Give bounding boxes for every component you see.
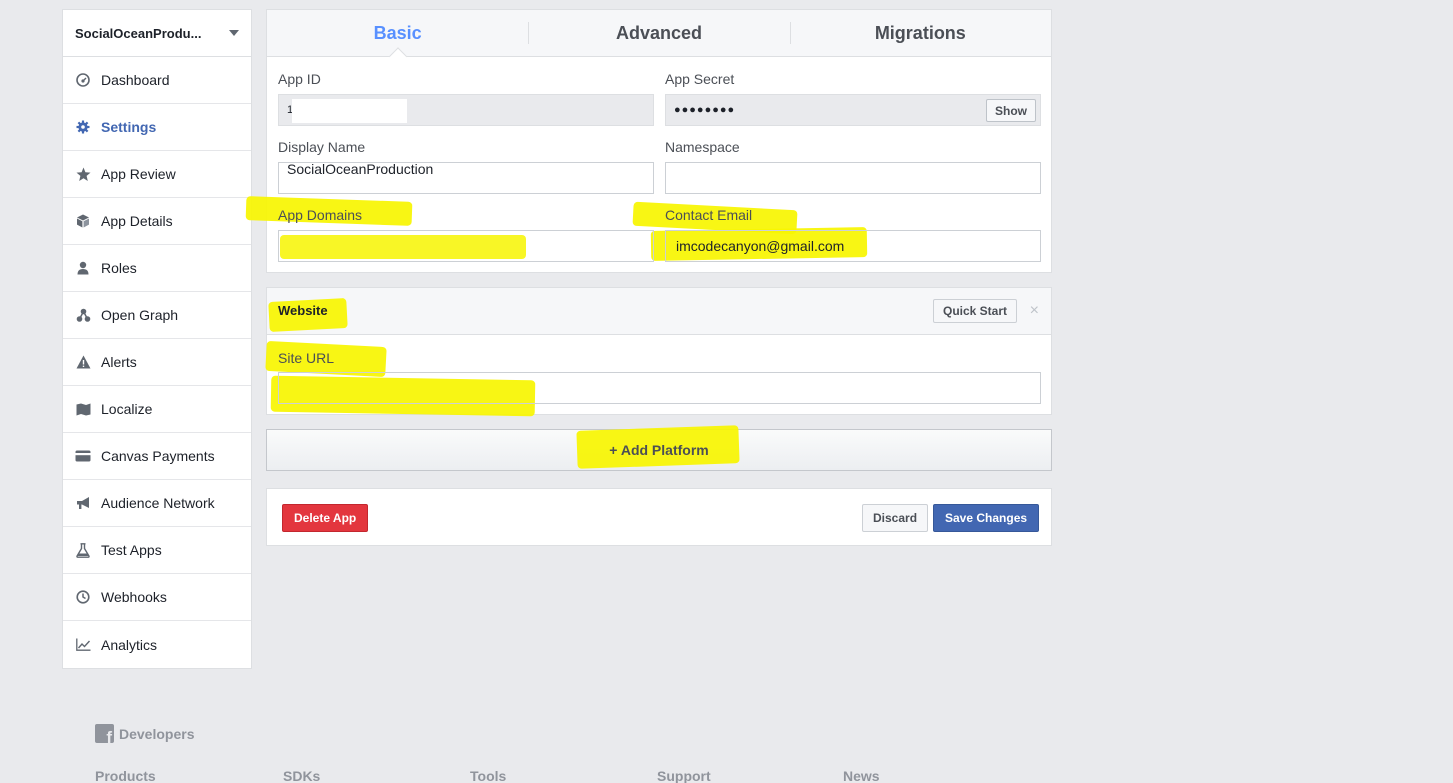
map-icon bbox=[75, 401, 91, 417]
sidebar-item-open-graph[interactable]: Open Graph bbox=[63, 292, 251, 339]
add-platform-label: + Add Platform bbox=[609, 442, 709, 458]
actions-card: Delete App Discard Save Changes bbox=[266, 488, 1052, 546]
save-changes-button[interactable]: Save Changes bbox=[933, 504, 1040, 532]
sidebar: SocialOceanProdu... Dashboard Settings A… bbox=[62, 9, 252, 669]
footer-link-support[interactable]: Support bbox=[657, 768, 711, 783]
dashboard-icon bbox=[75, 72, 91, 88]
cube-icon bbox=[75, 213, 91, 229]
footer-brand[interactable]: f Developers bbox=[95, 724, 194, 743]
warning-icon bbox=[75, 354, 91, 370]
graph-nodes-icon bbox=[75, 307, 91, 323]
sidebar-item-test-apps[interactable]: Test Apps bbox=[63, 527, 251, 574]
sidebar-item-label: Analytics bbox=[101, 636, 158, 653]
display-name-field[interactable]: SocialOceanProduction bbox=[278, 162, 654, 194]
discard-button[interactable]: Discard bbox=[862, 504, 929, 532]
namespace-label: Namespace bbox=[665, 139, 740, 155]
footer-link-sdks[interactable]: SDKs bbox=[283, 768, 320, 783]
sidebar-item-localize[interactable]: Localize bbox=[63, 386, 251, 433]
sidebar-item-label: Canvas Payments bbox=[101, 448, 215, 464]
app-selector[interactable]: SocialOceanProdu... bbox=[63, 10, 251, 57]
clock-icon bbox=[75, 589, 91, 605]
contact-email-label: Contact Email bbox=[665, 207, 753, 223]
website-title: Website bbox=[278, 303, 328, 318]
person-icon bbox=[75, 260, 91, 276]
sidebar-item-dashboard[interactable]: Dashboard bbox=[63, 57, 251, 104]
close-icon[interactable]: × bbox=[1030, 302, 1039, 320]
sidebar-item-label: Webhooks bbox=[101, 589, 167, 605]
credit-card-icon bbox=[75, 448, 91, 464]
sidebar-item-label: Localize bbox=[101, 401, 153, 417]
delete-app-button[interactable]: Delete App bbox=[282, 504, 369, 532]
sidebar-item-label: Test Apps bbox=[101, 542, 162, 558]
app-secret-value: ●●●●●●●● bbox=[674, 104, 736, 116]
app-domains-label: App Domains bbox=[278, 207, 363, 223]
quick-start-button[interactable]: Quick Start bbox=[933, 299, 1018, 323]
sidebar-item-label: Alerts bbox=[101, 354, 137, 370]
facebook-logo-icon: f bbox=[95, 724, 114, 743]
chart-line-icon bbox=[75, 637, 91, 653]
sidebar-item-alerts[interactable]: Alerts bbox=[63, 339, 251, 386]
website-header: Website Quick Start × bbox=[267, 288, 1051, 335]
sidebar-item-audience-network[interactable]: Audience Network bbox=[63, 480, 251, 527]
sidebar-item-app-review[interactable]: App Review bbox=[63, 151, 251, 198]
sidebar-item-label: App Review bbox=[101, 166, 176, 182]
sidebar-item-settings[interactable]: Settings bbox=[63, 104, 251, 151]
settings-tabs: Basic Advanced Migrations bbox=[267, 10, 1051, 57]
sidebar-item-analytics[interactable]: Analytics bbox=[63, 621, 251, 668]
site-url-field[interactable] bbox=[278, 372, 1041, 404]
website-platform-card: Website Quick Start × Site URL bbox=[265, 287, 1052, 417]
namespace-field[interactable] bbox=[665, 162, 1041, 194]
sidebar-item-label: Settings bbox=[101, 119, 157, 135]
app-name: SocialOceanProdu... bbox=[75, 25, 202, 41]
chevron-down-icon bbox=[229, 30, 239, 36]
footer-link-products[interactable]: Products bbox=[95, 768, 156, 783]
tab-advanced[interactable]: Advanced bbox=[528, 10, 789, 56]
display-name-value: SocialOceanProduction bbox=[287, 162, 434, 177]
app-secret-field[interactable]: ●●●●●●●● Show bbox=[665, 94, 1041, 126]
display-name-label: Display Name bbox=[278, 139, 366, 155]
app-secret-label: App Secret bbox=[665, 71, 735, 87]
basic-settings-card: Basic Advanced Migrations App ID 1 App S… bbox=[245, 9, 1052, 273]
sidebar-item-canvas-payments[interactable]: Canvas Payments bbox=[63, 433, 251, 480]
app-id-label: App ID bbox=[278, 71, 321, 87]
footer-link-news[interactable]: News bbox=[843, 768, 880, 783]
sidebar-item-label: Dashboard bbox=[101, 72, 170, 88]
add-platform-button[interactable]: + Add Platform bbox=[266, 425, 1052, 471]
site-url-label: Site URL bbox=[278, 350, 335, 366]
contact-email-value: imcodecanyon@gmail.com bbox=[676, 238, 845, 254]
redaction-mask bbox=[292, 99, 407, 123]
contact-email-field[interactable]: imcodecanyon@gmail.com bbox=[665, 230, 1041, 262]
sidebar-item-app-details[interactable]: App Details bbox=[63, 198, 251, 245]
footer-brand-label: Developers bbox=[119, 725, 195, 742]
footer-link-tools[interactable]: Tools bbox=[470, 768, 506, 783]
sidebar-item-roles[interactable]: Roles bbox=[63, 245, 251, 292]
sidebar-item-label: Roles bbox=[101, 260, 137, 276]
app-id-field[interactable]: 1 bbox=[278, 94, 654, 126]
flask-icon bbox=[75, 542, 91, 558]
app-domains-field[interactable] bbox=[278, 230, 654, 262]
megaphone-icon bbox=[75, 495, 91, 511]
star-icon bbox=[75, 166, 91, 182]
sidebar-item-label: Open Graph bbox=[101, 307, 179, 323]
sidebar-item-label: App Details bbox=[101, 213, 173, 229]
tab-basic[interactable]: Basic bbox=[267, 10, 528, 56]
gear-icon bbox=[75, 119, 91, 135]
tab-migrations[interactable]: Migrations bbox=[789, 10, 1051, 56]
sidebar-item-label: Audience Network bbox=[101, 495, 215, 511]
sidebar-item-webhooks[interactable]: Webhooks bbox=[63, 574, 251, 621]
show-secret-button[interactable]: Show bbox=[986, 99, 1036, 122]
